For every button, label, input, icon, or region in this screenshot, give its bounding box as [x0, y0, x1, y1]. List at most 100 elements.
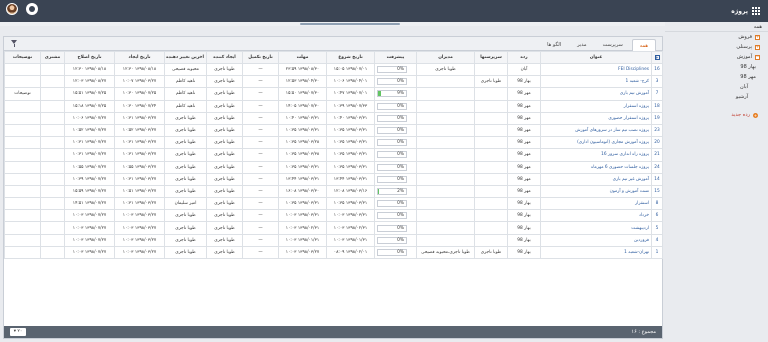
page-size-select[interactable]: ۲۰ ▾ — [10, 328, 26, 336]
minus-box-icon[interactable]: − — [755, 54, 760, 60]
table-cell: طوبا تاجری — [474, 245, 508, 260]
table-cell: — — [242, 136, 279, 150]
column-header[interactable]: پیشرفت — [374, 51, 417, 64]
tab[interactable]: الگو ها — [540, 39, 568, 51]
collapse-handle[interactable] — [300, 23, 400, 25]
table-cell[interactable]: آموزش تیم بازی — [540, 87, 652, 101]
column-header[interactable]: توضیحات — [4, 51, 41, 64]
table-cell[interactable]: پروژه استقرار حضوری — [540, 111, 652, 125]
column-header[interactable]: تاریخ تکمیل — [242, 51, 279, 64]
new-category-button[interactable]: + رده جدید — [665, 110, 768, 120]
table-cell — [4, 160, 41, 174]
table-cell: ۱۳۹۸/۰۳/۲۷ ۱۰:۰۷ — [114, 75, 165, 89]
table-cell: ناهید کاظم — [164, 87, 207, 101]
table-cell: مهر 98 — [507, 184, 541, 199]
table-cell[interactable]: تهران-شعبه 1 — [540, 245, 652, 260]
progress-bar: 0% — [377, 200, 407, 208]
column-header[interactable]: + — [651, 51, 663, 64]
plus-box-icon[interactable]: + — [755, 34, 760, 40]
table-cell[interactable]: تست آموزش و آزمون — [540, 184, 652, 199]
table-cell: 8 — [651, 197, 663, 211]
table-cell[interactable]: پروژه نصب تیم ساز در سرورهای آموزش — [540, 123, 652, 138]
table-cell: 0% — [374, 197, 417, 211]
column-header[interactable]: ایجاد کننده — [206, 51, 243, 64]
table-cell: طوبا تاجری — [206, 99, 243, 113]
tab[interactable]: مدیر — [570, 39, 593, 51]
table-cell — [474, 209, 508, 223]
tab[interactable]: سرپرست — [596, 39, 630, 51]
column-header[interactable]: رده — [507, 51, 541, 64]
table-cell: طوبا تاجری — [164, 172, 207, 186]
table-cell: 24 — [651, 160, 663, 174]
sidebar-item[interactable]: + پرسنلی — [665, 42, 768, 52]
table-cell[interactable]: پروژه راه اندازی سرور 16 — [540, 148, 652, 162]
table-row[interactable]: 14 آموزش غیر تیم بازی مهر 98 0% ۱۳۹۸/۰۳/۳۱ ۱… — [4, 172, 663, 186]
table-cell[interactable]: FEI Disciplines — [540, 62, 652, 77]
table-cell: 2% — [374, 184, 417, 199]
table-cell: ۱۳۹۸/۰۳/۳۱ ۱۰:۳۵ — [278, 160, 327, 174]
table-row[interactable]: 21 پروژه راه اندازی سرور 16 مهر 98 0% ۱۳۹۸/۰… — [4, 148, 663, 162]
table-row[interactable]: 24 پروژه جلسات حضوری 6 مهرماه مهر 98 0% ۱۳۹۸… — [4, 160, 663, 174]
add-row-icon[interactable]: + — [654, 54, 660, 60]
user-avatar[interactable] — [6, 3, 18, 15]
sidebar-root-all[interactable]: همه — [665, 22, 768, 32]
table-cell: مهر 98 — [507, 160, 541, 174]
table-cell[interactable]: کرج- شعبه 1 — [540, 75, 652, 89]
sidebar-item[interactable]: − آموزش — [665, 52, 768, 62]
table-cell[interactable]: اردیبهشت — [540, 221, 652, 235]
table-cell[interactable]: فروردین — [540, 233, 652, 247]
column-header[interactable]: سرپرستها — [474, 51, 508, 64]
table-cell: 0% — [374, 221, 417, 235]
table-row[interactable]: 16 FEI Disciplines آبان طوبا تاجری 0% ۱۳۹۸/۰۷… — [4, 62, 663, 77]
column-header[interactable]: عنوان — [540, 51, 652, 64]
column-header[interactable]: تاریخ شروع — [326, 51, 375, 64]
table-cell[interactable]: پروژه جلسات حضوری 6 مهرماه — [540, 160, 652, 174]
progress-label: 0% — [397, 213, 404, 219]
table-cell[interactable]: پروژه استقرار — [540, 99, 652, 113]
column-header[interactable]: تاریخ اصلاح — [64, 51, 115, 64]
table-cell — [40, 75, 65, 89]
sidebar-item[interactable]: + فروش — [665, 32, 768, 42]
table-row[interactable]: 15 تست آموزش و آزمون مهر 98 2% ۱۳۹۸/۰۳/۱۶ ۱۲… — [4, 184, 663, 199]
table-cell[interactable]: استقرار — [540, 197, 652, 211]
table-row[interactable]: 1 تهران-شعبه 1 بهار 98 طوبا تاجری طوبا تاجری… — [4, 245, 663, 260]
table-cell: بهار 98 — [507, 245, 541, 260]
filter-icon[interactable] — [11, 40, 18, 47]
table-row[interactable]: 23 پروژه نصب تیم ساز در سرورهای آموزش مهر … — [4, 123, 663, 138]
sidebar-item[interactable]: بهار 98 — [665, 62, 768, 72]
table-cell — [474, 148, 508, 162]
column-header[interactable]: مهلت — [278, 51, 327, 64]
table-row[interactable]: 4 فروردین بهار 98 0% ۱۳۹۸/۰۱/۳۱ ۱۰:۰۳ ۱۳۹۸/۰۱… — [4, 233, 663, 247]
table-cell: مهر 98 — [507, 99, 541, 113]
table-row[interactable]: 3 کرج- شعبه 1 بهار 98 طوبا تاجری 0% ۱۳۹۸/۰۴/۰… — [4, 75, 663, 89]
sidebar-item[interactable]: آبان — [665, 82, 768, 92]
column-header[interactable]: اخرین تغییر دهنده — [164, 51, 207, 64]
column-header[interactable]: مدیران — [416, 51, 475, 64]
app-brand[interactable]: پروژه — [731, 5, 760, 17]
table-row[interactable]: 7 آموزش تیم بازی مهر 98 9% ۱۳۹۸/۰۷/۰۱ ۱۰:۴۷ ۱… — [4, 87, 663, 101]
table-row[interactable]: 8 استقرار بهار 98 0% ۱۳۹۸/۰۳/۳۱ ۱۰:۳۵ ۱۳۹۸/۰۳… — [4, 197, 663, 211]
plus-box-icon[interactable]: + — [755, 44, 760, 50]
table-row[interactable]: 19 پروژه استقرار حضوری مهر 98 0% ۱۳۹۸/۰۳/۳۱ … — [4, 111, 663, 125]
table-cell[interactable]: پروژه آموزش مجازی (اتوماسیون اداری) — [540, 136, 652, 150]
table-cell: ۱۳۹۸/۰۳/۳۱ ۱۳:۴۴ — [278, 172, 327, 186]
table-cell: 3 — [651, 75, 663, 89]
sidebar-item[interactable]: آرشیو — [665, 92, 768, 102]
apps-grid-icon[interactable] — [752, 7, 760, 15]
table-cell — [40, 87, 65, 101]
table-cell — [416, 87, 475, 101]
table-cell[interactable]: آموزش غیر تیم بازی — [540, 172, 652, 186]
table-row[interactable]: 6 خرداد بهار 98 0% ۱۳۹۸/۰۳/۳۱ ۱۰:۰۳ ۱۳۹۸/۰۳/۳… — [4, 209, 663, 223]
table-cell: 0% — [374, 62, 417, 77]
table-cell[interactable]: خرداد — [540, 209, 652, 223]
column-header[interactable]: مشتری — [40, 51, 65, 64]
notification-icon[interactable] — [26, 3, 38, 15]
table-row[interactable]: 20 پروژه آموزش مجازی (اتوماسیون اداری) مهر… — [4, 136, 663, 150]
table-row[interactable]: 18 پروژه استقرار مهر 98 0% ۱۳۹۸/۰۷/۳۳ ۱۰:۳۹ ۱… — [4, 99, 663, 113]
table-cell: طوبا تاجری — [164, 233, 207, 247]
sidebar-item[interactable]: مهر 98 — [665, 72, 768, 82]
column-header[interactable]: تاریخ ایجاد — [114, 51, 165, 64]
table-cell: ۱۳۹۸/۰۷/۲۴ ۱۰:۳۰ — [114, 99, 165, 113]
tab[interactable]: همه — [631, 39, 656, 51]
table-row[interactable]: 5 اردیبهشت بهار 98 0% ۱۳۹۸/۰۲/۳۱ ۱۰:۰۳ ۱۳۹۸/۰… — [4, 221, 663, 235]
